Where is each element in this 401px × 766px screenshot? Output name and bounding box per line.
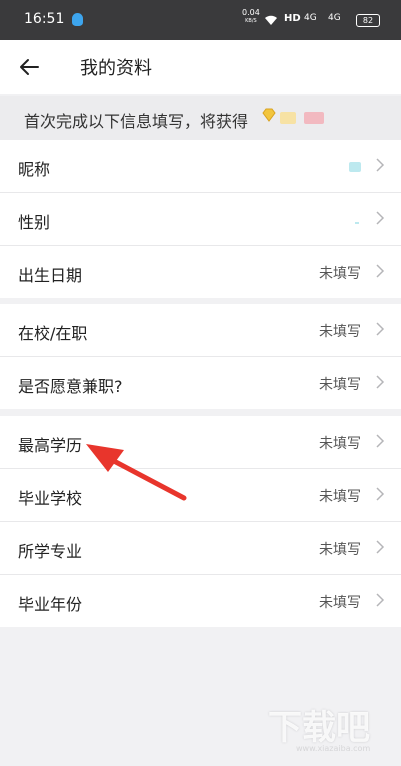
chevron-right-icon bbox=[376, 211, 385, 225]
row-label: 在校/在职 bbox=[18, 324, 88, 343]
row-label: 最高学历 bbox=[18, 436, 83, 455]
chevron-right-icon bbox=[376, 487, 385, 501]
row-birthday[interactable]: 出生日期 未填写 bbox=[0, 246, 401, 298]
diamond-icon bbox=[262, 108, 276, 122]
banner-text: 首次完成以下信息填写，将获得 bbox=[24, 112, 249, 131]
row-label: 毕业年份 bbox=[18, 595, 83, 614]
row-label: 性别 bbox=[18, 213, 51, 232]
profile-group-basic: 昵称 性别 出生日期 未填写 bbox=[0, 140, 401, 298]
row-label: 是否愿意兼职? bbox=[18, 377, 123, 396]
reward-banner: 首次完成以下信息填写，将获得 bbox=[0, 96, 401, 140]
battery-icon: 82 bbox=[356, 14, 380, 27]
back-button[interactable] bbox=[14, 52, 44, 82]
row-label: 所学专业 bbox=[18, 542, 83, 561]
row-part-time[interactable]: 是否愿意兼职? 未填写 bbox=[0, 357, 401, 409]
row-value: 未填写 bbox=[319, 436, 361, 452]
qq-notification-icon bbox=[72, 13, 83, 26]
signal-icon: 4G bbox=[304, 13, 317, 23]
network-speed: 0.04 KB/S bbox=[242, 8, 260, 25]
hd-icon: HD bbox=[284, 13, 301, 24]
page-title: 我的资料 bbox=[80, 58, 152, 79]
back-arrow-icon bbox=[20, 59, 39, 75]
chevron-right-icon bbox=[376, 322, 385, 336]
watermark-url: www.xiazaiba.com bbox=[296, 744, 371, 753]
row-value: 未填写 bbox=[319, 595, 361, 611]
row-label: 毕业学校 bbox=[18, 489, 83, 508]
chevron-right-icon bbox=[376, 540, 385, 554]
row-value: 未填写 bbox=[319, 489, 361, 505]
chevron-right-icon bbox=[376, 264, 385, 278]
row-gender[interactable]: 性别 bbox=[0, 193, 401, 246]
row-student-or-employed[interactable]: 在校/在职 未填写 bbox=[0, 304, 401, 357]
gender-value-blur bbox=[355, 222, 359, 224]
annotation-arrow bbox=[86, 444, 187, 501]
status-time: 16:51 bbox=[24, 11, 65, 27]
wifi-icon bbox=[265, 15, 277, 25]
chevron-right-icon bbox=[376, 434, 385, 448]
reward-blur bbox=[280, 112, 296, 124]
status-bar: 16:51 0.04 KB/S HD 4G 4G 82 bbox=[0, 0, 401, 40]
chevron-right-icon bbox=[376, 158, 385, 172]
watermark-logo: 下载吧 bbox=[268, 708, 370, 748]
profile-group-education: 最高学历 未填写 毕业学校 未填写 所学专业 未填写 毕业年份 未填写 bbox=[0, 416, 401, 627]
row-major[interactable]: 所学专业 未填写 bbox=[0, 522, 401, 575]
nickname-value-blur bbox=[349, 162, 361, 172]
chevron-right-icon bbox=[376, 593, 385, 607]
chevron-right-icon bbox=[376, 375, 385, 389]
signal-icon: 4G bbox=[328, 13, 341, 23]
row-value: 未填写 bbox=[319, 377, 361, 393]
row-graduation-school[interactable]: 毕业学校 未填写 bbox=[0, 469, 401, 522]
row-label: 昵称 bbox=[18, 160, 51, 179]
profile-group-work: 在校/在职 未填写 是否愿意兼职? 未填写 bbox=[0, 304, 401, 409]
row-label: 出生日期 bbox=[18, 266, 83, 285]
row-nickname[interactable]: 昵称 bbox=[0, 140, 401, 193]
row-value: 未填写 bbox=[319, 324, 361, 340]
reward-blur bbox=[304, 112, 324, 124]
app-header: 我的资料 bbox=[0, 40, 401, 94]
row-graduation-year[interactable]: 毕业年份 未填写 bbox=[0, 575, 401, 627]
row-value: 未填写 bbox=[319, 542, 361, 558]
row-value: 未填写 bbox=[319, 266, 361, 282]
row-highest-education[interactable]: 最高学历 未填写 bbox=[0, 416, 401, 469]
